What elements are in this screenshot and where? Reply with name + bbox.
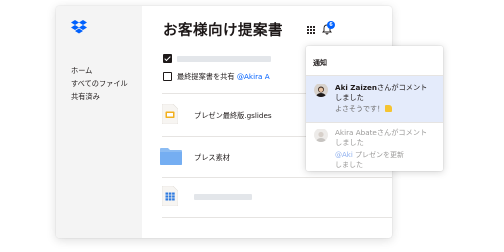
dropbox-logo-icon[interactable]: [71, 20, 87, 34]
sidebar-nav: ホーム すべてのファイル 共有済み: [71, 64, 128, 103]
notification-text: Aki Zaizenさんがコメント: [335, 83, 427, 93]
task-text: 最終提案書を共有 @Akira A: [177, 72, 270, 82]
notification-comment-cont: しました: [335, 161, 363, 169]
task-placeholder-text: [177, 56, 271, 62]
file-name-placeholder: [194, 194, 252, 200]
notification-author: Aki Zaizen: [335, 83, 378, 92]
avatar: [314, 128, 328, 142]
notification-comment-text: プレゼンを更新: [355, 151, 405, 159]
sidebar-item-home[interactable]: ホーム: [71, 64, 128, 77]
file-name-folder: プレス素材: [194, 153, 230, 162]
sidebar-item-shared[interactable]: 共有済み: [71, 90, 128, 103]
apps-grid-icon[interactable]: [307, 26, 315, 34]
divider: [162, 177, 392, 178]
notification-count-badge: 6: [327, 21, 335, 29]
task-mention[interactable]: @Akira A: [237, 72, 270, 81]
notification-mention: @Aki: [335, 151, 353, 159]
notification-action: さんがコメント: [376, 128, 428, 137]
notification-author: Akira Abate: [335, 128, 377, 137]
thumbs-up-icon: [385, 105, 392, 112]
notifications-panel: 通知 Aki Zaizenさんがコメント しました よさそうです！ Akira …: [306, 46, 443, 171]
file-name-slides: プレゼン最終版.gslides: [194, 111, 272, 120]
spreadsheet-file-icon: [162, 186, 178, 206]
notifications-header: 通知: [313, 59, 327, 67]
task-label: 最終提案書を共有: [177, 72, 235, 81]
notification-text: Akira Abateさんがコメント: [335, 128, 427, 138]
notification-item[interactable]: Aki Zaizenさんがコメント しました よさそうです！: [306, 76, 443, 122]
task-checkbox-checked[interactable]: [163, 54, 172, 63]
sidebar-item-all-files[interactable]: すべてのファイル: [71, 77, 128, 90]
notification-item[interactable]: Akira Abateさんがコメント しました @Aki プレゼンを更新 しまし…: [306, 123, 443, 171]
page-title: お客様向け提案書: [163, 23, 283, 39]
notification-comment: よさそうです！: [335, 104, 392, 114]
notification-comment: @Aki プレゼンを更新: [335, 150, 404, 160]
avatar: [314, 83, 328, 97]
notification-action: さんがコメント: [377, 83, 428, 92]
notification-comment-text: よさそうです！: [335, 105, 384, 113]
folder-icon: [160, 148, 182, 165]
divider: [162, 217, 392, 218]
task-checkbox[interactable]: [163, 72, 172, 81]
sidebar: ホーム すべてのファイル 共有済み: [56, 6, 142, 238]
notification-text-cont: しました: [335, 138, 364, 147]
notification-text-cont: しました: [335, 93, 364, 102]
slides-file-icon: [162, 104, 178, 124]
